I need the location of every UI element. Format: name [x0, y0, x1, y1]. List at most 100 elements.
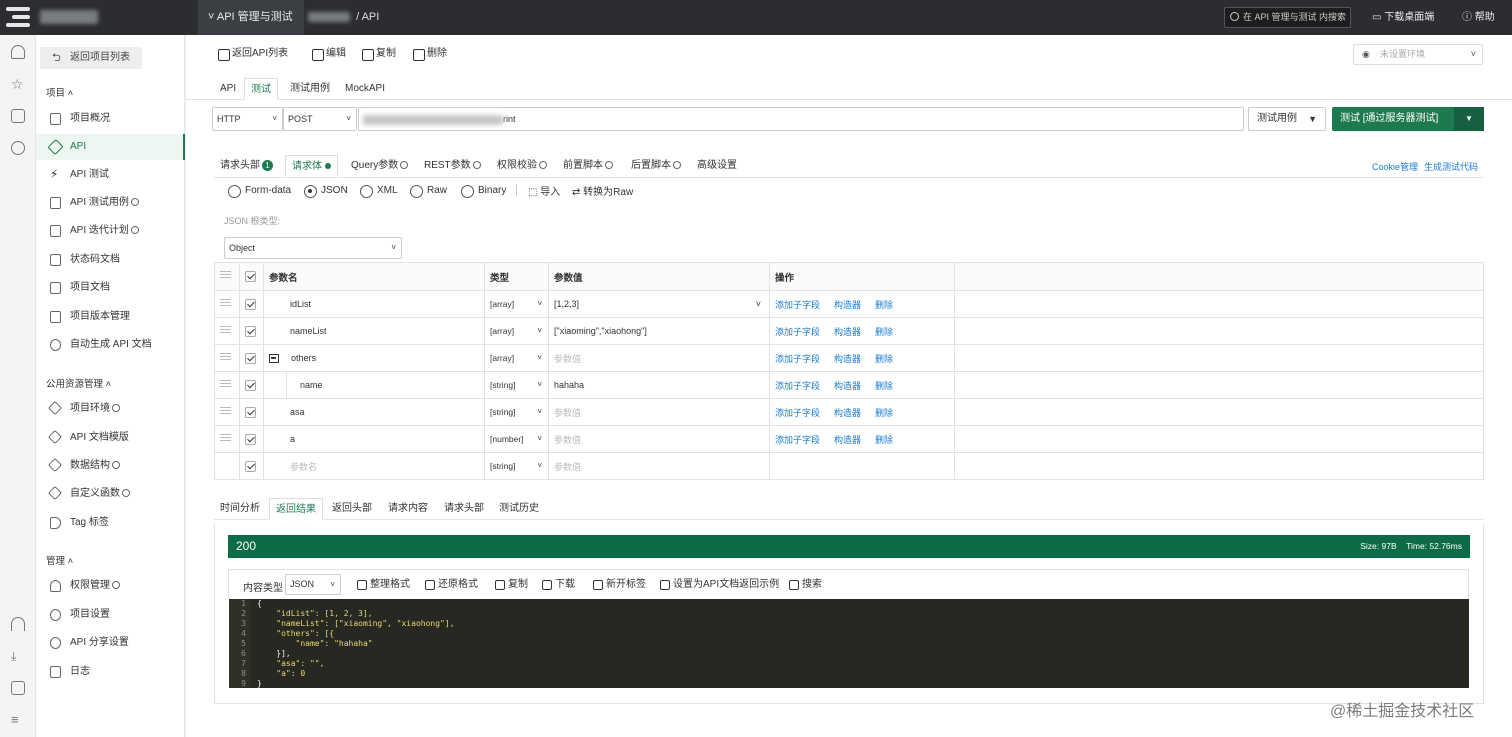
param-value[interactable]: 参数值 [548, 344, 770, 372]
module-menu[interactable]: ˅ API 管理与测试 [198, 0, 304, 35]
param-type-select[interactable]: [string] ˅ [484, 371, 549, 399]
sidebar-item-status-codes[interactable]: 状态码文档 [36, 247, 185, 273]
drag-handle-icon[interactable] [220, 352, 231, 362]
sidebar-item-logs[interactable]: 日志 [36, 659, 185, 685]
copy-response-button[interactable]: 复制 [495, 579, 528, 591]
back-to-projects-button[interactable]: 返回项目列表 [40, 47, 142, 69]
tab-rest-params[interactable]: REST参数 [418, 155, 487, 177]
sidebar-item-auto-docs[interactable]: 自动生成 API 文档 [36, 332, 185, 358]
drag-handle-icon[interactable] [220, 406, 231, 416]
add-child-button[interactable]: 添加子字段 [775, 300, 820, 310]
environment-select[interactable]: ◉ 未设置环境 ˅ [1353, 44, 1483, 65]
set-as-example-button[interactable]: 设置为API文档返回示例 [660, 579, 779, 591]
radio-form-data[interactable]: Form-data [228, 185, 291, 198]
cookie-management-link[interactable]: Cookie管理 [1372, 160, 1418, 173]
param-name[interactable]: name [263, 371, 485, 399]
delete-row-button[interactable]: 删除 [875, 381, 893, 391]
content-type-select[interactable]: JSON ˅ [285, 574, 341, 595]
add-child-button[interactable]: 添加子字段 [775, 408, 820, 418]
radio-xml[interactable]: XML [360, 185, 398, 198]
delete-row-button[interactable]: 删除 [875, 435, 893, 445]
tab-request-content[interactable]: 请求内容 [382, 498, 434, 520]
delete-row-button[interactable]: 删除 [875, 354, 893, 364]
tab-request-body[interactable]: 请求体 [285, 155, 338, 177]
download-response-button[interactable]: 下载 [542, 579, 575, 591]
param-value[interactable]: 参数值 [548, 398, 770, 426]
send-test-button[interactable]: 测试 [通过服务器测试] ▼ [1332, 107, 1484, 131]
test-case-dropdown[interactable]: 测试用例 ▼ [1248, 107, 1326, 131]
add-child-button[interactable]: 添加子字段 [775, 381, 820, 391]
tab-auth[interactable]: 权限校验 [491, 155, 553, 177]
sidebar-item-doc-templates[interactable]: API 文档模版 [36, 425, 185, 451]
add-child-button[interactable]: 添加子字段 [775, 327, 820, 337]
send-options-caret-icon[interactable]: ▼ [1454, 107, 1484, 131]
row-checkbox[interactable] [245, 298, 256, 310]
tab-test[interactable]: 测试 [244, 78, 278, 100]
param-value[interactable]: 参数值 [548, 425, 770, 453]
param-type-select[interactable]: [string] ˅ [484, 452, 549, 480]
json-root-type-select[interactable]: Object ˅ [224, 237, 402, 259]
help-button[interactable]: ⓘ 帮助 [1462, 0, 1495, 35]
keyboard-icon[interactable] [11, 681, 25, 695]
sidebar-item-share-settings[interactable]: API 分享设置 [36, 630, 185, 656]
radio-raw[interactable]: Raw [410, 185, 447, 198]
radio-binary[interactable]: Binary [461, 185, 506, 198]
param-name[interactable]: idList [263, 290, 485, 318]
drag-handle-icon[interactable] [220, 298, 231, 308]
star-icon[interactable]: ☆ [11, 77, 25, 91]
sidebar-item-test-cases[interactable]: API 测试用例 [36, 190, 185, 216]
restore-format-button[interactable]: 还原格式 [425, 579, 478, 591]
tab-test-cases[interactable]: 测试用例 [284, 78, 336, 100]
format-button[interactable]: 整理格式 [357, 579, 410, 591]
sidebar-item-api[interactable]: API [36, 134, 185, 160]
row-checkbox[interactable] [245, 352, 256, 364]
builder-button[interactable]: 构造器 [834, 435, 861, 445]
drag-handle-icon[interactable] [220, 433, 231, 443]
add-child-button[interactable]: 添加子字段 [775, 435, 820, 445]
bell-icon[interactable] [11, 45, 25, 59]
param-name[interactable]: a [263, 425, 485, 453]
drag-handle-icon[interactable] [220, 270, 231, 280]
tab-api[interactable]: API [214, 78, 242, 100]
builder-button[interactable]: 构造器 [834, 327, 861, 337]
tab-test-history[interactable]: 测试历史 [493, 498, 545, 520]
radio-json[interactable]: JSON [304, 185, 348, 198]
copy-button[interactable]: 复制 [360, 47, 396, 61]
headset-icon[interactable] [11, 617, 25, 631]
download-icon[interactable]: ⤓ [11, 649, 25, 663]
sidebar-item-overview[interactable]: 项目概况 [36, 106, 185, 132]
menu-icon[interactable]: ≡ [11, 713, 25, 727]
new-param-name-input[interactable]: 参数名 [263, 452, 485, 480]
param-name[interactable]: nameList [263, 317, 485, 345]
download-desktop-button[interactable]: ▭ 下载桌面端 [1372, 0, 1434, 35]
sidebar-item-tags[interactable]: Tag 标签 [36, 510, 185, 536]
sidebar-item-custom-functions[interactable]: 自定义函数 [36, 481, 185, 507]
sidebar-item-data-structures[interactable]: 数据结构 [36, 453, 185, 479]
param-type-select[interactable]: [number] ˅ [484, 425, 549, 453]
tab-pre-script[interactable]: 前置脚本 [557, 155, 619, 177]
checkbox-all[interactable] [245, 270, 256, 282]
tab-time-analysis[interactable]: 时间分析 [214, 498, 266, 520]
section-manage[interactable]: 管理 ˄ [46, 553, 73, 567]
builder-button[interactable]: 构造器 [834, 354, 861, 364]
param-name[interactable]: others [263, 344, 485, 372]
convert-to-raw-button[interactable]: ⇄ 转换为Raw [572, 183, 633, 198]
tab-response-headers[interactable]: 返回头部 [326, 498, 378, 520]
row-checkbox[interactable] [245, 406, 256, 418]
delete-row-button[interactable]: 删除 [875, 327, 893, 337]
tab-response-result[interactable]: 返回结果 [269, 498, 323, 520]
param-type-select[interactable]: [array] ˅ [484, 317, 549, 345]
row-checkbox[interactable] [245, 325, 256, 337]
collapse-icon[interactable] [269, 354, 279, 364]
response-code-editor[interactable]: 123456789 { "idList": [1, 2, 3], "nameLi… [229, 599, 1469, 688]
protocol-select[interactable]: HTTP ˅ [212, 107, 283, 131]
param-type-select[interactable]: [array] ˅ [484, 344, 549, 372]
sidebar-item-version-management[interactable]: 项目版本管理 [36, 304, 185, 330]
sidebar-item-environments[interactable]: 项目环境 [36, 396, 185, 422]
section-public-resources[interactable]: 公用资源管理 ˄ [46, 376, 111, 390]
row-checkbox[interactable] [245, 379, 256, 391]
delete-row-button[interactable]: 删除 [875, 300, 893, 310]
param-value[interactable]: hahaha [548, 371, 770, 399]
param-value[interactable]: ["xiaoming","xiaohong"] [548, 317, 770, 345]
method-select[interactable]: POST ˅ [283, 107, 357, 131]
